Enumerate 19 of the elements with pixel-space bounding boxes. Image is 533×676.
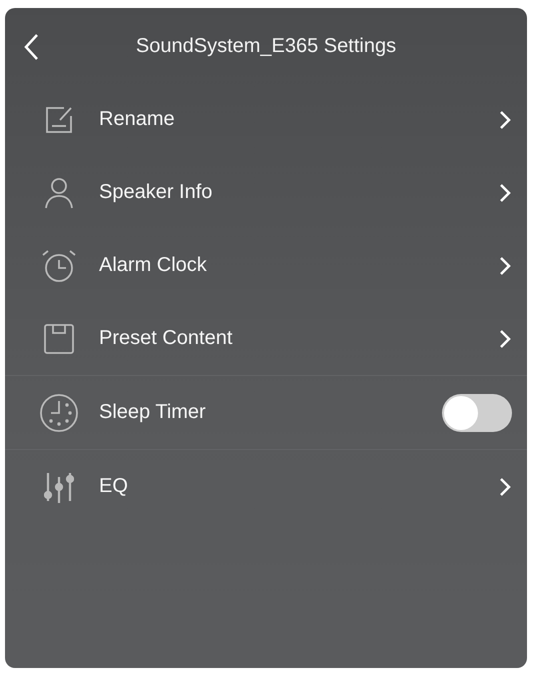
chevron-right-icon[interactable]	[498, 110, 512, 130]
equalizer-icon	[44, 470, 74, 502]
user-icon	[44, 176, 74, 208]
menu-item-label[interactable]: Preset Content	[99, 327, 498, 350]
chevron-right-icon[interactable]	[498, 476, 512, 496]
menu-item-label[interactable]: Alarm Clock	[99, 254, 498, 277]
menu-item-label[interactable]: Rename	[99, 108, 498, 131]
menu-item-label[interactable]: EQ	[99, 475, 498, 498]
chevron-right-icon[interactable]	[498, 328, 512, 348]
menu-item-label[interactable]: Sleep Timer	[99, 401, 442, 424]
chevron-right-icon[interactable]	[498, 182, 512, 202]
timer-icon	[39, 392, 79, 432]
edit-icon	[44, 104, 74, 134]
alarm-clock-icon	[41, 248, 77, 282]
save-icon	[43, 322, 75, 354]
menu-item-label[interactable]: Speaker Info	[99, 181, 498, 204]
toggle-switch[interactable]	[442, 394, 512, 432]
screen-title: SoundSystem_E365 Settings	[136, 34, 396, 58]
chevron-right-icon[interactable]	[498, 256, 512, 276]
